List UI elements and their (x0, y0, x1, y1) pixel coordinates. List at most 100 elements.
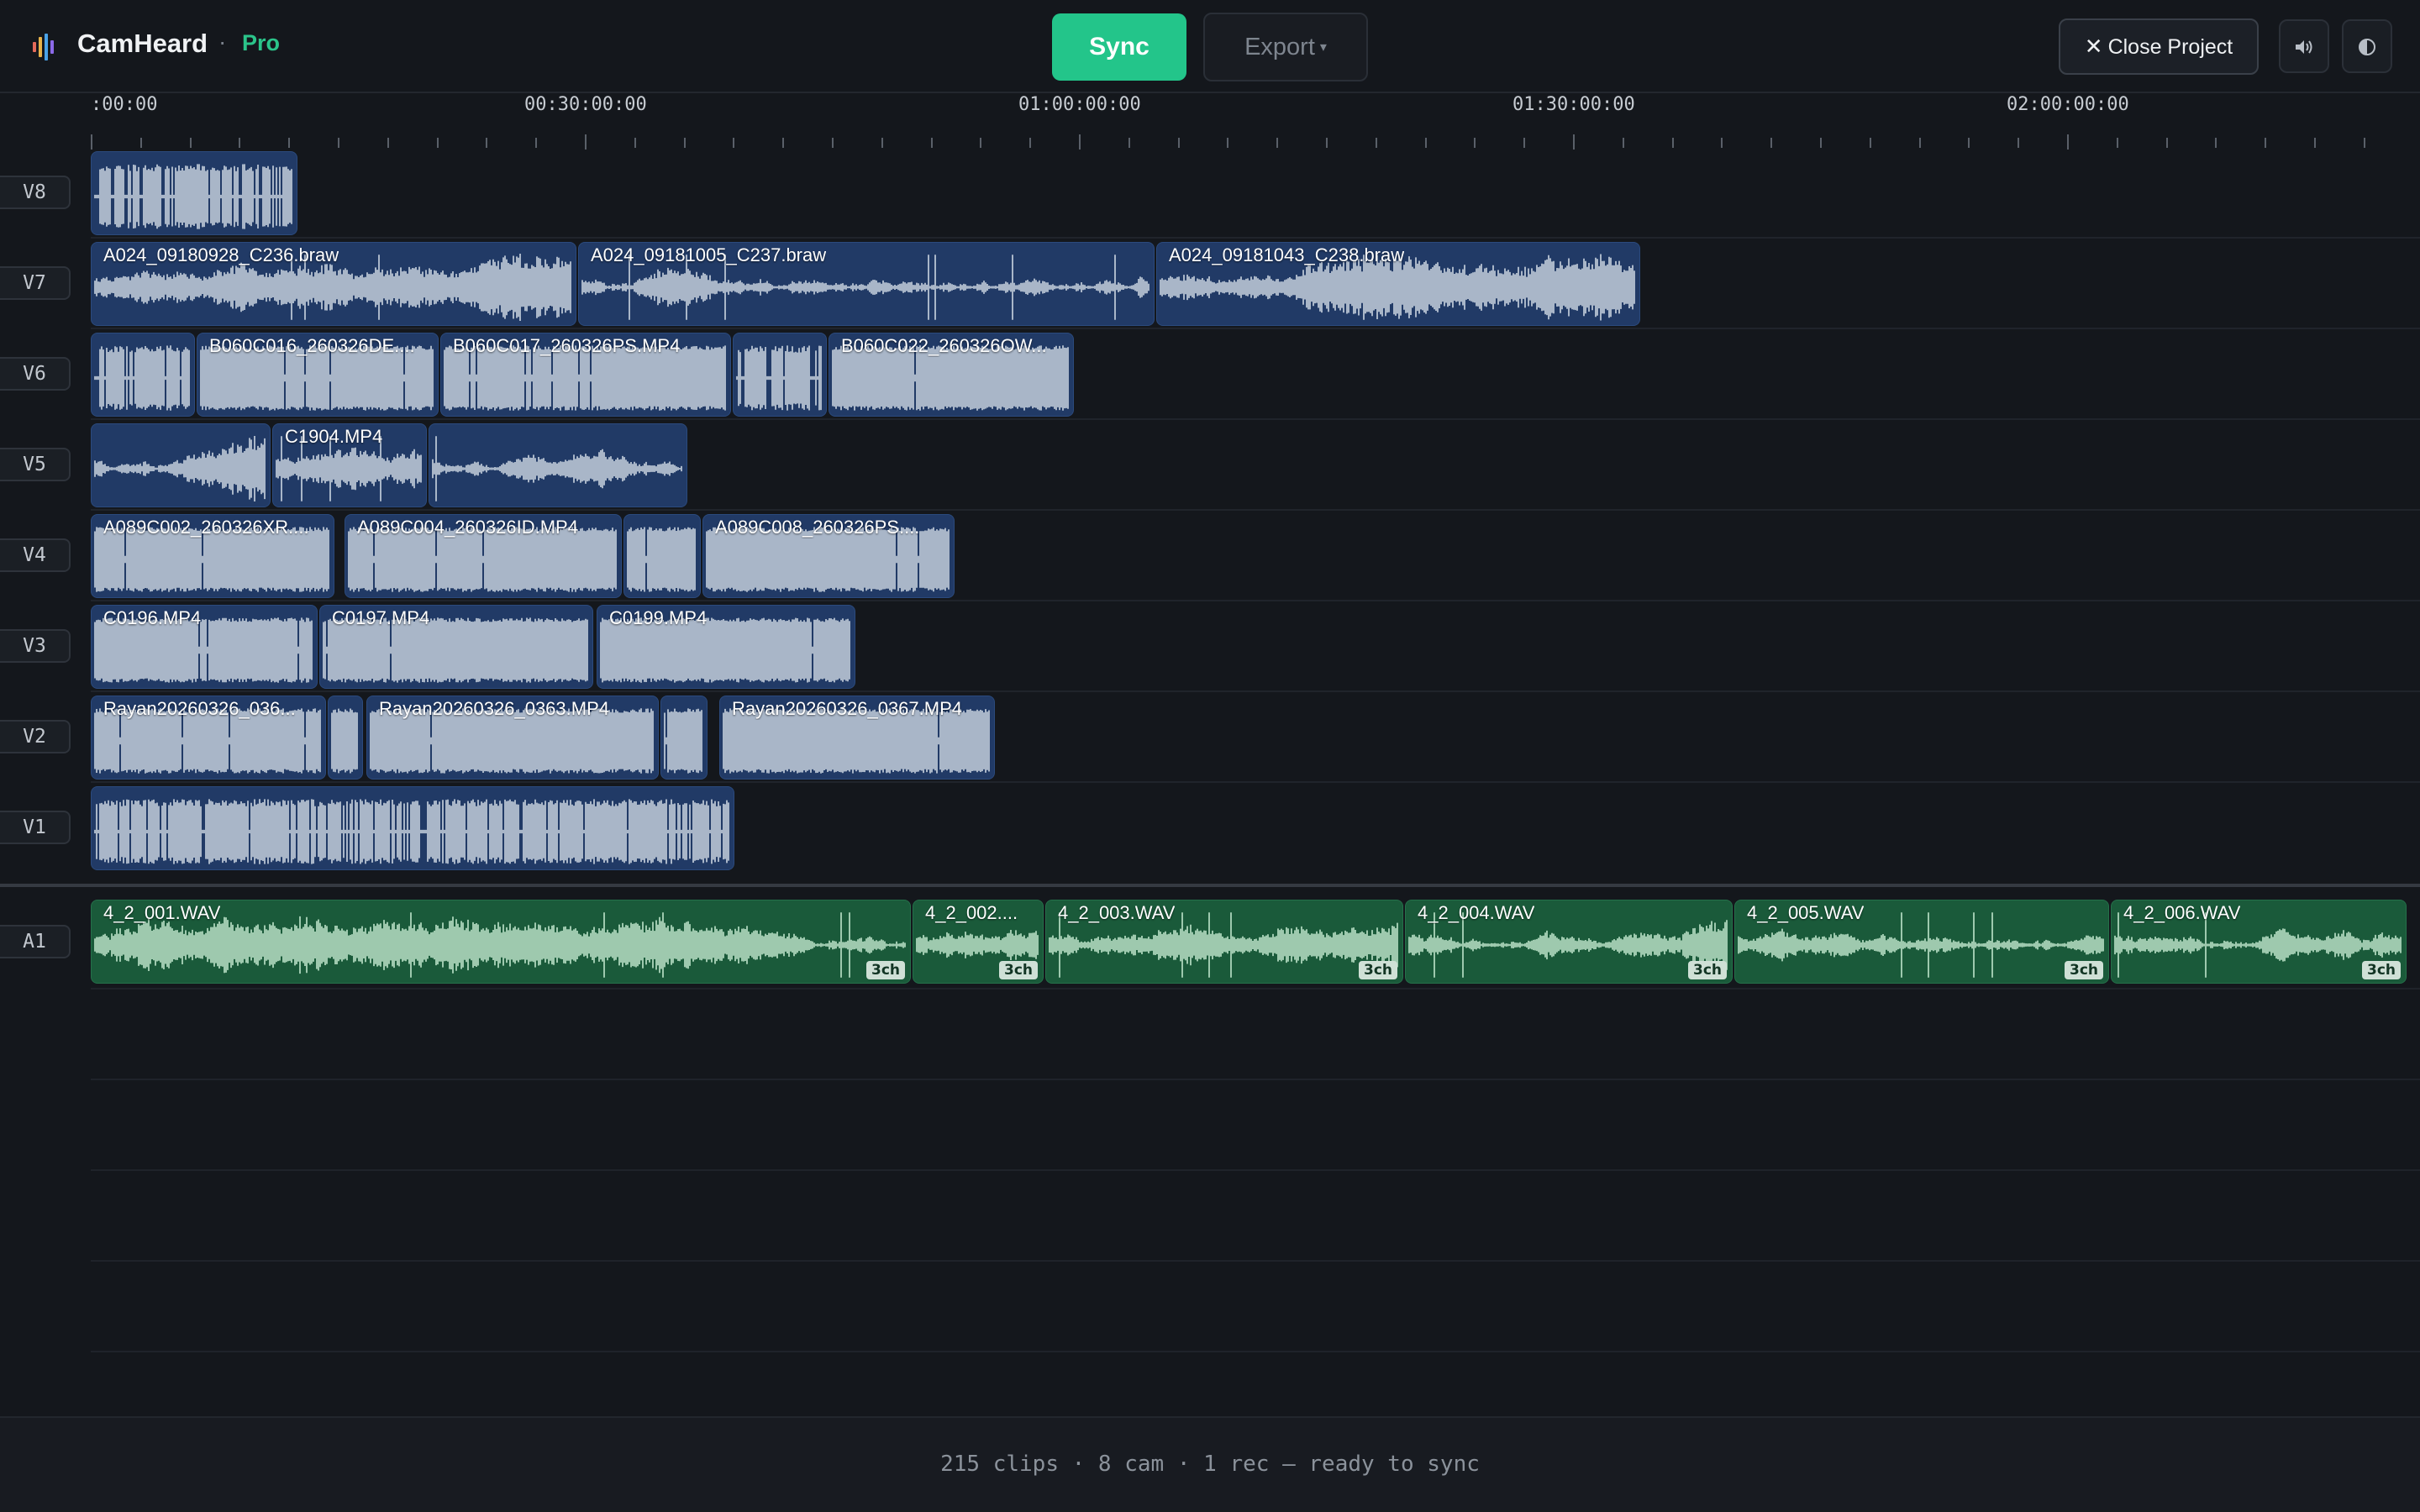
chevron-down-icon: ▾ (1319, 39, 1327, 55)
audio-clip[interactable]: 4_2_003.WAV 3ch (1045, 900, 1403, 984)
sync-button[interactable]: Sync (1052, 13, 1186, 81)
video-clip[interactable] (91, 151, 297, 235)
waveform (432, 436, 682, 501)
track-label-v8[interactable]: V8 (0, 176, 71, 209)
track-divider (91, 781, 2420, 783)
video-clip[interactable]: C1904.MP4 (272, 423, 427, 507)
status-text: 215 clips · 8 cam · 1 rec — ready to syn… (940, 1452, 1480, 1477)
video-clip[interactable] (733, 333, 827, 417)
video-clip[interactable]: A089C008_260326PS.... (702, 514, 955, 598)
audio-clip[interactable]: 4_2_004.WAV 3ch (1405, 900, 1733, 984)
clip-label: Rayan20260326_0363.MP4 (379, 698, 610, 719)
ruler-tick (782, 138, 784, 148)
track-label-a1[interactable]: A1 (0, 925, 71, 958)
ruler-tick (684, 138, 686, 148)
clip-label: B060C022_260326OW... (841, 335, 1047, 356)
ruler-tick (1128, 138, 1130, 148)
video-clip[interactable]: A024_09181005_C237.braw (578, 242, 1155, 326)
ruler-tick (2265, 138, 2266, 148)
audio-clip[interactable]: 4_2_001.WAV 3ch (91, 900, 911, 984)
close-project-button[interactable]: ✕ Close Project (2059, 18, 2259, 75)
video-clip[interactable] (623, 514, 701, 598)
ruler-tick (1425, 138, 1427, 148)
track-label-v6[interactable]: V6 (0, 357, 71, 391)
plan-badge: Pro (242, 30, 281, 55)
lane-divider (91, 1079, 2420, 1080)
waveform (331, 708, 358, 774)
ruler-tick (931, 138, 933, 148)
video-clip[interactable] (660, 696, 708, 780)
ruler-tick (881, 138, 883, 148)
waveform-path (664, 708, 702, 774)
video-clip[interactable]: B060C022_260326OW... (829, 333, 1074, 417)
video-clip[interactable]: Rayan20260326_036... (91, 696, 326, 780)
track-label-v7[interactable]: V7 (0, 266, 71, 300)
clip-label: 4_2_005.WAV (1747, 902, 1865, 923)
ruler-tick (2215, 138, 2217, 148)
audio-clip[interactable]: 4_2_005.WAV 3ch (1734, 900, 2109, 984)
video-clip[interactable]: C0197.MP4 (319, 605, 593, 689)
track-label-v1[interactable]: V1 (0, 811, 71, 844)
video-clip[interactable] (91, 423, 271, 507)
clip-label: A089C004_260326ID.MP4 (357, 517, 578, 538)
ruler-tick (1276, 138, 1278, 148)
video-clip[interactable] (91, 333, 195, 417)
video-clip[interactable] (91, 786, 734, 870)
audio-clip[interactable]: 4_2_006.WAV 3ch (2111, 900, 2407, 984)
ruler-tick (1178, 138, 1180, 148)
waveform (664, 708, 702, 774)
channel-badge: 3ch (998, 961, 1038, 979)
track-label-v3[interactable]: V3 (0, 629, 71, 663)
timeline-ruler[interactable]: :00:00 00:30:00:00 01:00:00:00 01:30:00:… (0, 94, 2420, 150)
video-clip[interactable]: A024_09181043_C238.braw (1156, 242, 1640, 326)
video-clip[interactable]: Rayan20260326_0363.MP4 (366, 696, 659, 780)
ruler-tick (1227, 138, 1228, 148)
theme-toggle-button[interactable] (2342, 19, 2392, 73)
clip-label: C0196.MP4 (103, 607, 202, 628)
ruler-tick (1919, 138, 1921, 148)
ruler-tick (1770, 138, 1772, 148)
export-button[interactable]: Export ▾ (1203, 13, 1368, 81)
video-clip[interactable]: A024_09180928_C236.braw (91, 242, 576, 326)
waveform-path (94, 345, 190, 411)
video-clip[interactable]: C0196.MP4 (91, 605, 318, 689)
video-clip[interactable]: A089C004_260326ID.MP4 (345, 514, 622, 598)
clip-label: B060C016_260326DE.... (209, 335, 415, 356)
video-clip[interactable]: C0199.MP4 (597, 605, 855, 689)
volume-button[interactable] (2279, 19, 2329, 73)
video-clip[interactable]: B060C017_260326PS.MP4 (440, 333, 731, 417)
ruler-tick (1623, 138, 1624, 148)
ruler-tick (585, 134, 587, 150)
ruler-tick (2166, 138, 2168, 148)
ruler-tick (980, 138, 981, 148)
track-label-v4[interactable]: V4 (0, 538, 71, 572)
video-clip[interactable]: A089C002_260326XR.... (91, 514, 334, 598)
app-name-separator: · (218, 29, 227, 55)
ruler-tick (1721, 138, 1723, 148)
channel-badge: 3ch (2361, 961, 2401, 979)
channel-badge: 3ch (865, 961, 905, 979)
audio-clip[interactable]: 4_2_002.... 3ch (913, 900, 1044, 984)
app-name: CamHeard (77, 29, 208, 58)
video-clip[interactable]: B060C016_260326DE.... (197, 333, 439, 417)
ruler-label: 01:30:00:00 (1512, 94, 1635, 115)
ruler-tick (1672, 138, 1674, 148)
close-icon: ✕ (2084, 34, 2103, 59)
waveform-path (736, 345, 822, 411)
video-clip[interactable] (328, 696, 363, 780)
video-clip[interactable]: Rayan20260326_0367.MP4 (719, 696, 995, 780)
track-label-v5[interactable]: V5 (0, 448, 71, 481)
track-divider (91, 600, 2420, 601)
ruler-label: 02:00:00:00 (2007, 94, 2129, 115)
ruler-tick (91, 134, 92, 150)
ruler-label: 01:00:00:00 (1018, 94, 1141, 115)
ruler-tick (1376, 138, 1377, 148)
video-audio-divider (0, 884, 2420, 887)
channel-badge: 3ch (1358, 961, 1397, 979)
track-label-v2[interactable]: V2 (0, 720, 71, 753)
video-clip[interactable] (429, 423, 687, 507)
ruler-tick (1573, 134, 1575, 150)
waveform-path (94, 164, 292, 229)
clip-label: 4_2_004.WAV (1418, 902, 1535, 923)
close-project-label: Close Project (2107, 35, 2233, 59)
